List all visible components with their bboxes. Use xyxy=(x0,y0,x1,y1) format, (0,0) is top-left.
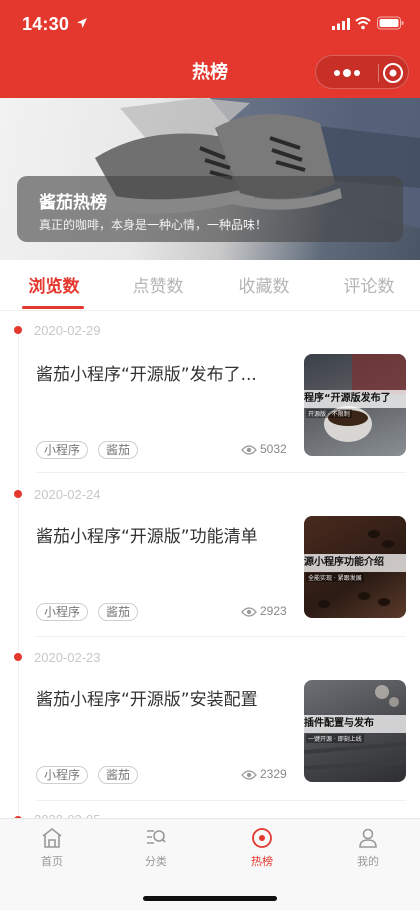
cellular-signal-icon xyxy=(332,18,350,30)
app-screen: 14:30 热榜 酱茄热榜 真正的咖啡，本身是一种心情，一种品味！ 浏览数 点赞… xyxy=(0,0,420,910)
thumbnail-subcaption: 一键开源 · 即刻上线 xyxy=(306,734,364,743)
item-date: 2020-02-23 xyxy=(34,650,101,665)
eye-icon xyxy=(241,770,257,780)
status-time: 14:30 xyxy=(22,14,70,34)
item-date: 2020-02-24 xyxy=(34,487,101,502)
tabbar-hot-label: 热榜 xyxy=(251,855,273,868)
item-title[interactable]: 酱茄小程序“开源版”功能清单 xyxy=(36,522,286,547)
item-divider xyxy=(36,800,406,801)
hero-banner: 酱茄热榜 真正的咖啡，本身是一种心情，一种品味！ xyxy=(0,98,420,260)
tabbar-category-label: 分类 xyxy=(145,855,167,868)
view-count: 2329 xyxy=(260,767,287,781)
timeline-dot xyxy=(14,653,22,661)
item-thumbnail[interactable]: 插件配置与发布 一键开源 · 即刻上线 xyxy=(304,680,406,782)
tag-miniprogram[interactable]: 小程序 xyxy=(36,441,89,459)
hot-target-icon xyxy=(252,828,272,848)
sort-tabs: 浏览数 点赞数 收藏数 评论数 xyxy=(0,262,420,308)
tag-jiangqie[interactable]: 酱茄 xyxy=(98,766,139,784)
tab-comments[interactable]: 评论数 xyxy=(327,272,411,297)
timeline-dot xyxy=(14,490,22,498)
item-divider xyxy=(36,472,406,473)
tag-miniprogram[interactable]: 小程序 xyxy=(36,766,89,784)
banner-title: 酱茄热榜 xyxy=(39,193,107,213)
category-search-icon xyxy=(147,830,166,844)
tab-favorites[interactable]: 收藏数 xyxy=(222,272,306,297)
tag-miniprogram[interactable]: 小程序 xyxy=(36,603,89,621)
thumbnail-subcaption: 全能实现 · 紧跟发展 xyxy=(306,573,364,582)
thumbnail-subcaption: 开源版 · 不限制 xyxy=(306,409,352,418)
wifi-icon xyxy=(355,17,371,30)
timeline-dot xyxy=(14,326,22,334)
item-title[interactable]: 酱茄小程序“开源版”安装配置 xyxy=(36,685,286,710)
tabbar-mine[interactable]: 我的 xyxy=(338,827,398,869)
capsule-divider xyxy=(378,64,379,82)
status-bar: 14:30 xyxy=(0,0,420,46)
miniprogram-capsule xyxy=(315,55,409,89)
tag-jiangqie[interactable]: 酱茄 xyxy=(98,603,139,621)
item-thumbnail[interactable]: 源小程序功能介绍 全能实现 · 紧跟发展 xyxy=(304,516,406,618)
banner-subtitle: 真正的咖啡，本身是一种心情，一种品味！ xyxy=(39,218,268,232)
thumbnail-caption: 插件配置与发布 xyxy=(304,715,406,733)
tag-jiangqie[interactable]: 酱茄 xyxy=(98,441,139,459)
close-target-icon[interactable] xyxy=(382,62,404,84)
location-arrow-icon xyxy=(77,18,87,28)
eye-icon xyxy=(241,607,257,617)
more-dots-icon[interactable] xyxy=(330,66,364,80)
top-header: 14:30 热榜 xyxy=(0,0,420,98)
tabbar-mine-label: 我的 xyxy=(357,855,379,868)
battery-icon xyxy=(377,16,404,30)
tabbar-category[interactable]: 分类 xyxy=(126,827,186,869)
tabbar-home-label: 首页 xyxy=(41,855,63,868)
view-count: 5032 xyxy=(260,442,287,456)
home-icon xyxy=(42,827,62,848)
item-thumbnail[interactable]: 程序“开源版发布了 开源版 · 不限制 xyxy=(304,354,406,456)
tabbar-hot[interactable]: 热榜 xyxy=(232,827,292,869)
tabbar-home[interactable]: 首页 xyxy=(22,827,82,869)
home-indicator xyxy=(143,896,277,901)
thumbnail-caption: 源小程序功能介绍 xyxy=(304,554,406,572)
user-icon xyxy=(359,828,377,848)
eye-icon xyxy=(241,445,257,455)
tab-views[interactable]: 浏览数 xyxy=(12,272,96,297)
tabs-divider xyxy=(0,310,420,311)
timeline-line xyxy=(18,322,19,822)
banner-caption-card[interactable]: 酱茄热榜 真正的咖啡，本身是一种心情，一种品味！ xyxy=(17,176,403,242)
item-title[interactable]: 酱茄小程序“开源版”发布了... xyxy=(36,360,286,385)
thumbnail-caption: 程序“开源版发布了 xyxy=(304,390,406,408)
view-count: 2923 xyxy=(260,604,287,618)
tab-likes[interactable]: 点赞数 xyxy=(116,272,200,297)
item-divider xyxy=(36,636,406,637)
item-date: 2020-02-29 xyxy=(34,323,101,338)
active-tab-indicator xyxy=(22,306,84,309)
